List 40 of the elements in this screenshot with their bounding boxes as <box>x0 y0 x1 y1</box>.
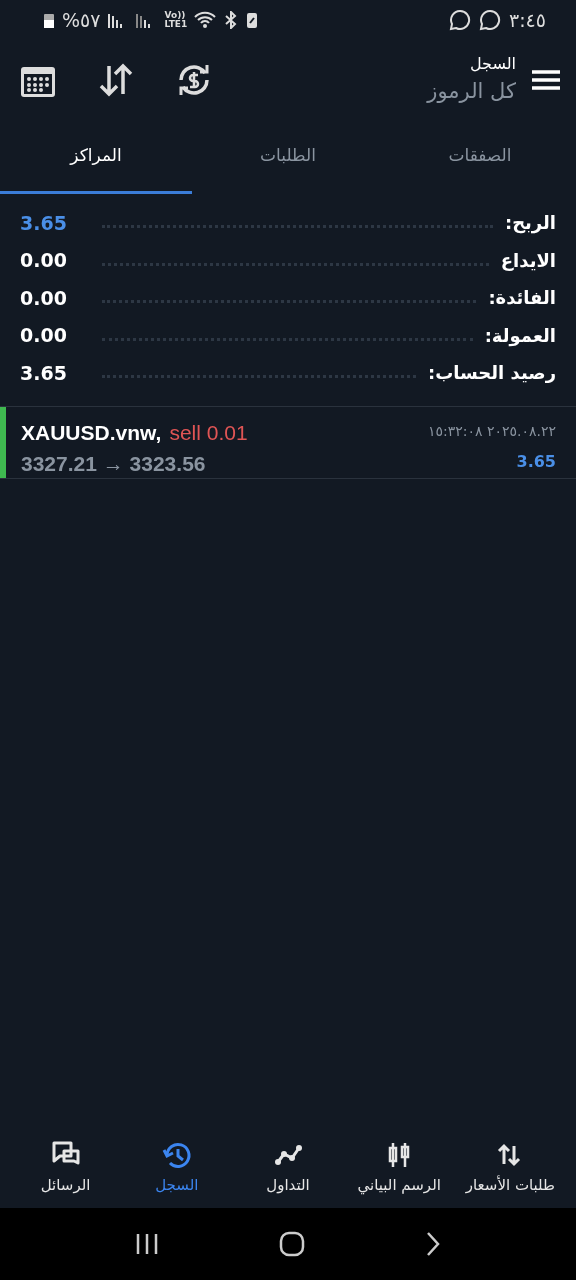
chat-icon <box>478 9 501 31</box>
summary-label: الايداع <box>500 248 556 273</box>
nav-item[interactable]: طلبات الأسعار <box>454 1128 566 1208</box>
deal-profit: 3.65 <box>516 450 556 473</box>
battery-saver-icon <box>246 11 259 29</box>
battery-icon <box>44 12 54 28</box>
nav-item[interactable]: السجل <box>121 1128 233 1208</box>
summary-value: 3.65 <box>20 210 68 236</box>
deal-symbol: XAUUSD.vnw, <box>21 419 162 446</box>
back-icon[interactable] <box>425 1231 441 1257</box>
deal-order: sell 0.01 <box>169 419 248 446</box>
nav-item[interactable]: الرسائل <box>10 1128 122 1208</box>
network-label: Vo)) LTE1 <box>164 11 187 29</box>
summary-label: العمولة: <box>484 323 556 349</box>
wifi-icon <box>194 11 217 29</box>
symbol-filter[interactable]: كل الرموز <box>427 76 516 108</box>
nav-item[interactable]: التداول <box>232 1128 344 1208</box>
summary-label: الربح: <box>504 211 556 236</box>
clock: ٣:٤٥ <box>508 7 546 33</box>
summary-label: الفائدة: <box>488 286 556 311</box>
bluetooth-icon <box>224 11 239 29</box>
menu-icon[interactable] <box>532 69 560 91</box>
tab[interactable]: الطلبات <box>192 120 384 194</box>
summary-value: 3.65 <box>20 360 68 386</box>
nav-item[interactable]: الرسم البياني <box>343 1128 455 1208</box>
sort-arrows-icon[interactable] <box>98 62 134 98</box>
screen-title: السجل <box>469 53 516 76</box>
summary-value: 0.00 <box>20 248 68 273</box>
recent-apps-icon[interactable] <box>135 1232 159 1256</box>
battery-percent: %٥٧ <box>62 7 101 33</box>
deal-time: ١٥:٣٢:٠٨ ٢٠٢٥.٠٨.٢٢ <box>427 421 556 441</box>
summary-value: 0.00 <box>20 285 68 311</box>
home-icon[interactable] <box>279 1231 305 1257</box>
chat-icon <box>448 9 471 31</box>
currency-exchange-icon[interactable] <box>176 62 212 98</box>
deal-prices: 3327.21 → 3323.56 <box>21 451 207 477</box>
summary-value: 0.00 <box>20 323 68 348</box>
tab[interactable]: المراكز <box>0 120 192 194</box>
summary-label: رصيد الحساب: <box>427 361 556 386</box>
tab[interactable]: الصفقات <box>384 120 576 194</box>
